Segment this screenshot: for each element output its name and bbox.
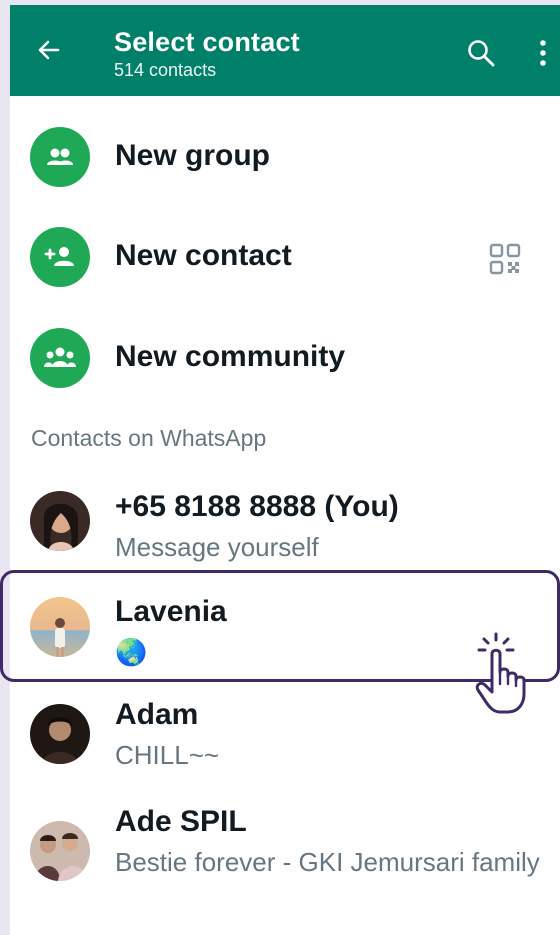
page-title: Select contact [114, 27, 300, 57]
search-icon[interactable] [466, 38, 496, 68]
contact-count: 514 contacts [114, 60, 217, 80]
avatar [30, 597, 90, 657]
contact-status: Message yourself [115, 532, 319, 562]
new-group-row[interactable]: New group [10, 106, 560, 206]
add-person-icon [30, 227, 90, 287]
new-contact-row[interactable]: New contact [10, 206, 560, 306]
tap-hand-icon [470, 628, 534, 716]
contact-name: Adam [115, 698, 199, 731]
title-block: Select contact 514 contacts [114, 25, 300, 81]
avatar [30, 704, 90, 764]
more-vertical-icon[interactable] [536, 37, 550, 69]
section-header: Contacts on WhatsApp [31, 425, 267, 451]
back-arrow-icon[interactable] [32, 35, 64, 67]
new-community-row[interactable]: New community [10, 307, 560, 407]
new-community-label: New community [115, 340, 346, 373]
new-contact-label: New contact [115, 239, 292, 272]
contact-name: Ade SPIL [115, 805, 247, 838]
contact-picker-screen: Select contact 514 contacts New group Ne… [10, 5, 560, 935]
avatar [30, 491, 90, 551]
qr-code-icon[interactable] [488, 242, 522, 276]
contact-row-ade-spil[interactable]: Ade SPIL Bestie forever - GKI Jemursari … [10, 790, 560, 930]
contact-name: +65 8188 8888 (You) [115, 490, 399, 523]
avatar [30, 821, 90, 881]
contact-status: Bestie forever - GKI Jemursari family [115, 847, 540, 877]
app-bar: Select contact 514 contacts [10, 5, 560, 96]
contact-status: CHILL~~ [115, 740, 220, 770]
new-group-label: New group [115, 139, 270, 172]
group-icon [30, 127, 90, 187]
contact-row-you[interactable]: +65 8188 8888 (You) Message yourself [10, 475, 560, 575]
contact-name: Lavenia [115, 595, 227, 628]
community-icon [30, 328, 90, 388]
